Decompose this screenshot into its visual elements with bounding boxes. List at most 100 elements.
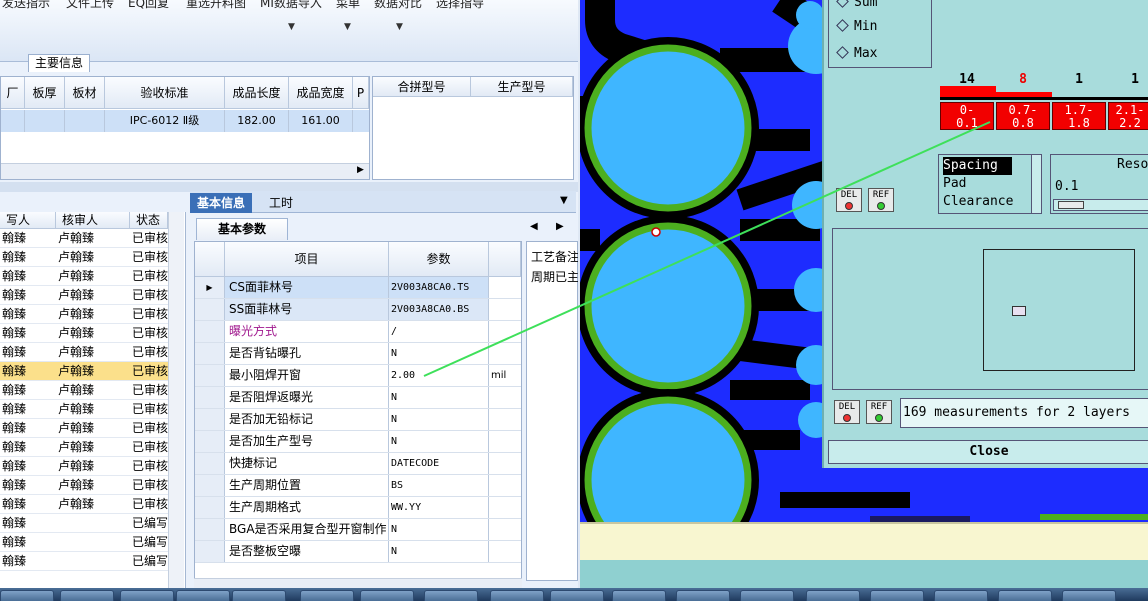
dropdown-arrow-icon[interactable]: ▼ [344, 22, 351, 32]
param-value[interactable]: N [389, 409, 489, 430]
taskbar-app-icon[interactable] [120, 590, 174, 601]
taskbar-app-icon[interactable] [1062, 590, 1116, 601]
table-row[interactable]: 是否加生产型号 N [195, 431, 521, 453]
vertical-scrollbar[interactable] [168, 212, 184, 588]
taskbar-app-icon[interactable] [490, 590, 544, 601]
preview-viewport[interactable] [983, 249, 1135, 371]
taskbar-app-icon[interactable] [806, 590, 860, 601]
list-item[interactable]: 翰臻 卢翰臻 已审核 [0, 229, 168, 248]
radio-min[interactable]: Min [836, 18, 877, 36]
param-value[interactable]: N [389, 431, 489, 452]
hist-bin[interactable]: 0.7- 0.8 [996, 102, 1050, 130]
table-row[interactable]: BGA是否采用复合型开窗制作 N [195, 519, 521, 541]
col-header[interactable]: 板材 [65, 77, 105, 109]
horizontal-scrollbar[interactable] [1, 163, 369, 179]
resolution-slider[interactable] [1053, 199, 1148, 211]
param-value[interactable]: / [389, 321, 489, 342]
param-value[interactable]: 2V003A8CA0.TS [389, 277, 489, 298]
radio-max[interactable]: Max [836, 45, 877, 63]
tab-work-hours[interactable]: 工时 [262, 193, 300, 213]
list-item[interactable]: 翰臻 卢翰臻 已审核 [0, 400, 168, 419]
taskbar-app-icon[interactable] [612, 590, 666, 601]
slider-thumb[interactable] [1058, 201, 1084, 209]
ref-button[interactable]: REF [866, 400, 892, 424]
main-info-tab[interactable]: 主要信息 [28, 54, 90, 72]
col-header[interactable]: 成品宽度 [289, 77, 353, 109]
param-value[interactable]: N [389, 541, 489, 562]
table-row[interactable]: 是否加无铅标记 N [195, 409, 521, 431]
list-item-clearance[interactable]: Clearance [943, 193, 1013, 211]
ribbon-button-eq[interactable]: EQ回复 [128, 0, 169, 11]
col-header[interactable]: 合拼型号 [373, 77, 471, 97]
scroll-right-icon[interactable]: ▶ [357, 165, 364, 175]
ribbon-button-guide[interactable]: 选择指导 [436, 0, 484, 11]
taskbar-app-icon[interactable] [360, 590, 414, 601]
del-button[interactable]: DEL [834, 400, 860, 424]
del-button[interactable]: DEL [836, 188, 862, 212]
list-item[interactable]: 翰臻 卢翰臻 已审核 [0, 343, 168, 362]
scroll-right-icon[interactable]: ▶ [556, 221, 564, 232]
param-value[interactable]: DATECODE [389, 453, 489, 474]
taskbar-app-icon[interactable] [870, 590, 924, 601]
param-value[interactable]: N [389, 387, 489, 408]
list-item[interactable]: 翰臻 卢翰臻 已审核 [0, 476, 168, 495]
list-item[interactable]: 翰臻 卢翰臻 已审核 [0, 495, 168, 514]
ribbon-button-compare[interactable]: 数据对比 [374, 0, 422, 11]
list-scrollbar[interactable] [1031, 155, 1041, 213]
col-header[interactable]: 状态 [130, 212, 168, 229]
hist-bin[interactable]: 1.7- 1.8 [1052, 102, 1106, 130]
ribbon-button-send[interactable]: 发送指示 [2, 0, 50, 11]
col-header[interactable]: 生产型号 [471, 77, 573, 97]
dropdown-arrow-icon[interactable]: ▼ [288, 22, 295, 32]
taskbar-app-icon[interactable] [550, 590, 604, 601]
list-item[interactable]: 翰臻 卢翰臻 已审核 [0, 286, 168, 305]
ribbon-button-mi-import[interactable]: MI数据导入 [260, 0, 322, 11]
taskbar-app-icon[interactable] [232, 590, 286, 601]
table-row[interactable]: SS面菲林号 2V003A8CA0.BS [195, 299, 521, 321]
taskbar-app-icon[interactable] [60, 590, 114, 601]
ribbon-button-reselect[interactable]: 重选开料图 [186, 0, 246, 11]
taskbar-app-icon[interactable] [676, 590, 730, 601]
close-button[interactable]: Close [828, 440, 1148, 464]
col-header[interactable]: 板厚 [25, 77, 65, 109]
list-item[interactable]: 翰臻 卢翰臻 已审核 [0, 248, 168, 267]
taskbar-app-icon[interactable] [424, 590, 478, 601]
taskbar-app-icon[interactable] [300, 590, 354, 601]
col-header[interactable]: 参数 [389, 242, 489, 277]
param-value[interactable]: 2.00 [389, 365, 489, 386]
list-item[interactable]: 翰臻 卢翰臻 已审核 [0, 362, 168, 381]
param-value[interactable]: WW.YY [389, 497, 489, 518]
list-item[interactable]: 翰臻 卢翰臻 已审核 [0, 267, 168, 286]
list-item[interactable]: 翰臻 卢翰臻 已审核 [0, 305, 168, 324]
tab-basic-params[interactable]: 基本参数 [196, 218, 288, 240]
tab-basic-info[interactable]: 基本信息 [190, 193, 253, 213]
table-row[interactable]: 生产周期格式 WW.YY [195, 497, 521, 519]
dropdown-arrow-icon[interactable]: ▼ [560, 195, 568, 206]
horizontal-scrollbar[interactable] [194, 578, 522, 588]
list-item-spacing[interactable]: Spacing [943, 157, 1012, 175]
table-row[interactable]: 曝光方式 / [195, 321, 521, 343]
ribbon-button-menu[interactable]: 菜单 [336, 0, 360, 11]
col-header[interactable]: 核审人 [56, 212, 130, 229]
taskbar-app-icon[interactable] [934, 590, 988, 601]
taskbar-app-icon[interactable] [176, 590, 230, 601]
param-value[interactable]: N [389, 519, 489, 540]
col-header[interactable]: 厂 [1, 77, 25, 109]
table-row[interactable]: 是否阻焊返曝光 N [195, 387, 521, 409]
ref-button[interactable]: REF [868, 188, 894, 212]
list-item[interactable]: 翰臻 卢翰臻 已审核 [0, 381, 168, 400]
taskbar-app-icon[interactable] [740, 590, 794, 601]
taskbar-app-icon[interactable] [998, 590, 1052, 601]
dropdown-arrow-icon[interactable]: ▼ [396, 22, 403, 32]
radio-sum[interactable]: Sum [836, 0, 877, 12]
list-item[interactable]: 翰臻 卢翰臻 已审核 [0, 419, 168, 438]
table-row[interactable]: IPC-6012 Ⅱ级 182.00 161.00 [1, 110, 369, 132]
taskbar-app-icon[interactable] [0, 590, 54, 601]
list-item[interactable]: 翰臻 已编写 [0, 514, 168, 533]
param-value[interactable]: BS [389, 475, 489, 496]
hist-bin[interactable]: 0- 0.1 [940, 102, 994, 130]
scroll-left-icon[interactable]: ◀ [530, 221, 538, 232]
list-item-pad[interactable]: Pad [943, 175, 966, 193]
list-item[interactable]: 翰臻 卢翰臻 已审核 [0, 457, 168, 476]
table-row[interactable]: 是否整板空曝 N [195, 541, 521, 563]
